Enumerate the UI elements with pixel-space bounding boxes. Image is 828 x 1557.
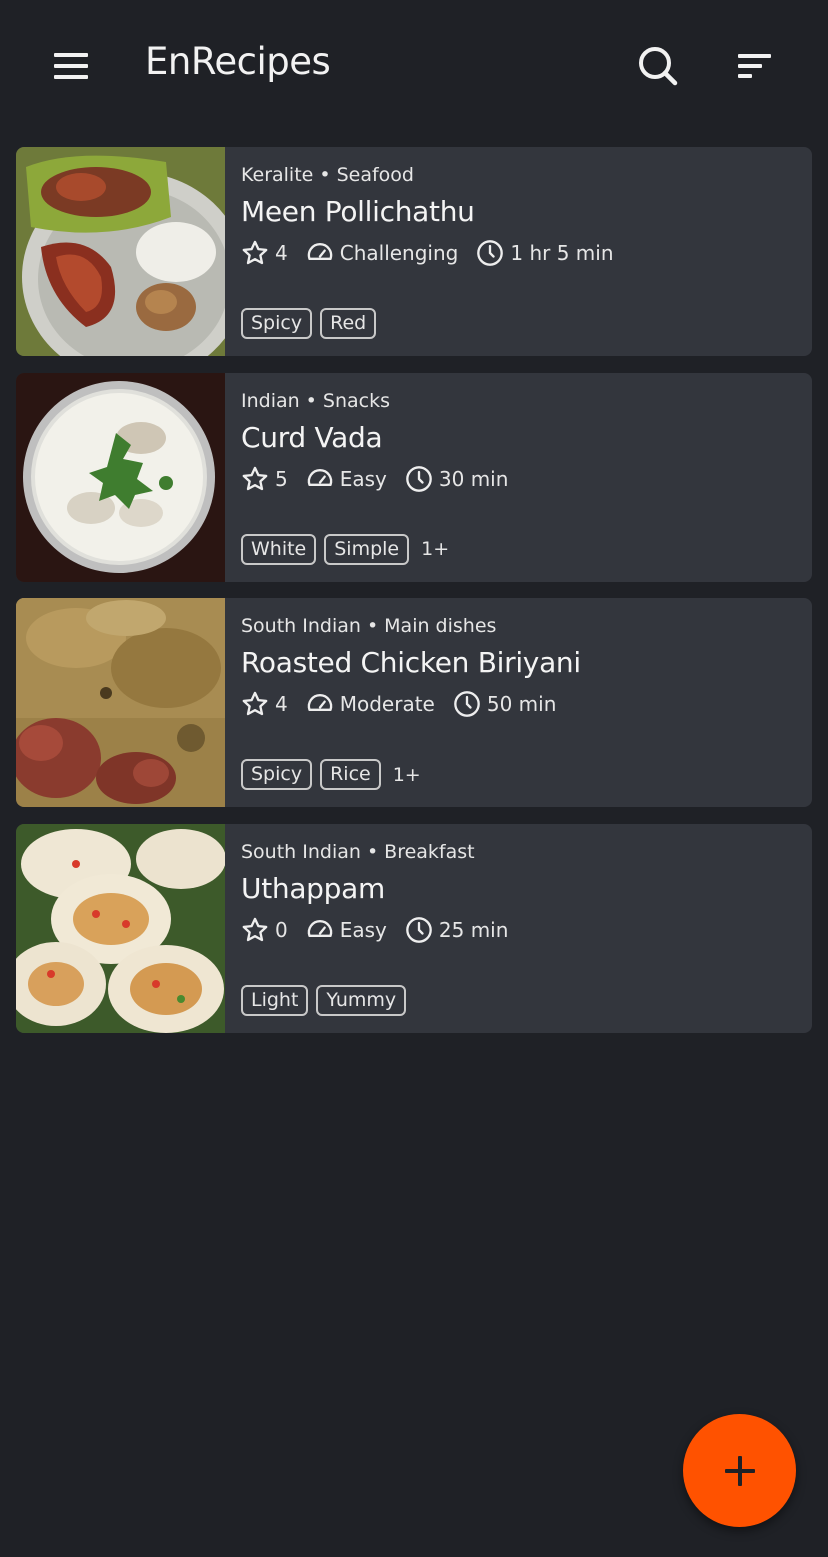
gauge-icon — [307, 243, 332, 260]
recipe-card[interactable]: South Indian • Main dishes Roasted Chicken… — [16, 598, 812, 808]
recipe-image — [16, 598, 225, 808]
recipe-category: Indian • Snacks — [241, 389, 390, 412]
recipe-list: Keralite • Seafood Meen Pollichathu 4 Chal… — [16, 147, 812, 1050]
search-icon — [639, 47, 678, 86]
search-button[interactable] — [622, 30, 694, 102]
tag-chip[interactable]: Spicy — [241, 308, 313, 339]
tag-chip[interactable]: Light — [241, 985, 309, 1017]
menu-icon — [54, 53, 88, 79]
recipe-time: 30 min — [438, 466, 509, 491]
recipe-tags: White Simple 1+ — [241, 533, 450, 565]
recipe-image — [16, 372, 225, 582]
tag-chip[interactable]: White — [241, 533, 317, 565]
clock-icon — [406, 917, 432, 943]
star-icon — [242, 692, 268, 716]
clock-icon — [477, 240, 504, 266]
recipe-category: South Indian • Breakfast — [241, 841, 475, 864]
recipe-category: Keralite • Seafood — [241, 164, 414, 186]
app-title: EnRecipes — [145, 40, 331, 83]
recipe-tags: Spicy Rice 1+ — [241, 759, 421, 791]
plus-icon — [724, 1455, 755, 1486]
recipe-rating: 0 — [275, 918, 288, 943]
tag-chip[interactable]: Yummy — [316, 985, 407, 1017]
recipe-meta: 4 Challenging 1 hr 5 min — [241, 239, 632, 267]
gauge-icon — [307, 468, 332, 486]
tag-chip[interactable]: Red — [320, 308, 377, 339]
add-recipe-button[interactable] — [683, 1414, 796, 1527]
recipe-image — [16, 824, 225, 1034]
recipe-rating: 5 — [275, 466, 288, 491]
recipe-title: Meen Pollichathu — [241, 195, 475, 228]
tag-chip[interactable]: Spicy — [241, 759, 313, 791]
recipe-tags: Spicy Red — [241, 308, 384, 339]
recipe-time: 50 min — [486, 692, 557, 717]
star-icon — [242, 466, 268, 490]
recipe-card[interactable]: Indian • Snacks Curd Vada 5 Easy 30 min Wh… — [16, 372, 812, 582]
recipe-difficulty: Challenging — [339, 241, 459, 265]
star-icon — [242, 917, 268, 942]
tag-chip[interactable]: Rice — [320, 759, 381, 791]
recipe-difficulty: Easy — [339, 466, 387, 491]
more-tags-count: 1+ — [421, 538, 450, 561]
recipe-time: 25 min — [438, 918, 509, 943]
recipe-card[interactable]: South Indian • Breakfast Uthappam 0 Easy 2… — [16, 824, 812, 1034]
recipe-card[interactable]: Keralite • Seafood Meen Pollichathu 4 Chal… — [16, 147, 812, 356]
recipe-rating: 4 — [275, 241, 288, 265]
tag-chip[interactable]: Simple — [324, 533, 410, 565]
recipe-time: 1 hr 5 min — [510, 241, 614, 265]
gauge-icon — [307, 694, 332, 712]
clock-icon — [406, 465, 432, 492]
sort-icon — [738, 54, 771, 78]
gauge-icon — [307, 920, 332, 938]
recipe-title: Curd Vada — [241, 420, 383, 454]
recipe-meta: 0 Easy 25 min — [241, 916, 526, 944]
recipe-title: Roasted Chicken Biriyani — [241, 646, 581, 680]
recipe-difficulty: Easy — [339, 918, 387, 943]
recipe-rating: 4 — [275, 692, 288, 717]
recipe-category: South Indian • Main dishes — [241, 615, 497, 638]
recipe-image — [16, 147, 225, 356]
star-icon — [242, 240, 268, 265]
recipe-tags: Light Yummy — [241, 985, 414, 1017]
recipe-title: Uthappam — [241, 872, 385, 906]
app-bar: EnRecipes — [0, 0, 828, 132]
sort-button[interactable] — [719, 30, 791, 102]
recipe-meta: 5 Easy 30 min — [241, 465, 526, 493]
menu-button[interactable] — [36, 30, 108, 102]
more-tags-count: 1+ — [392, 763, 421, 786]
clock-icon — [454, 691, 480, 718]
recipe-meta: 4 Moderate 50 min — [241, 690, 574, 718]
recipe-difficulty: Moderate — [339, 692, 435, 717]
